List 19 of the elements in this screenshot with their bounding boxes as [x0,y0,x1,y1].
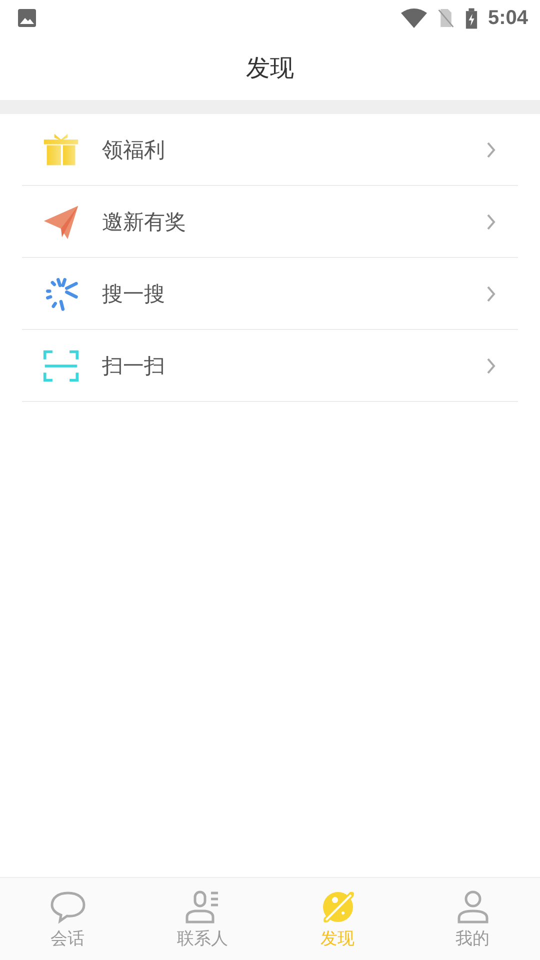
menu-item[interactable]: 邀新有奖 [22,186,518,258]
contacts-icon [184,888,220,924]
page-title: 发现 [246,53,294,84]
battery-icon [464,8,478,28]
menu-item[interactable]: 扫一扫 [22,330,518,402]
menu-label: 扫一扫 [102,352,166,380]
chevron-right-icon [486,356,496,374]
chevron-right-icon [486,284,496,302]
wifi-icon [400,8,427,28]
no-sim-icon [436,8,455,28]
chevron-right-icon [486,140,496,158]
menu-item[interactable]: 领福利 [22,114,518,186]
menu-label: 搜一搜 [102,280,166,308]
menu-label: 邀新有奖 [102,208,187,236]
image-icon [17,8,37,28]
chevron-right-icon [486,212,496,230]
menu-label: 领福利 [102,136,166,164]
clock-time: 5:04 [488,6,528,30]
menu-item[interactable]: 搜一搜 [22,258,518,330]
